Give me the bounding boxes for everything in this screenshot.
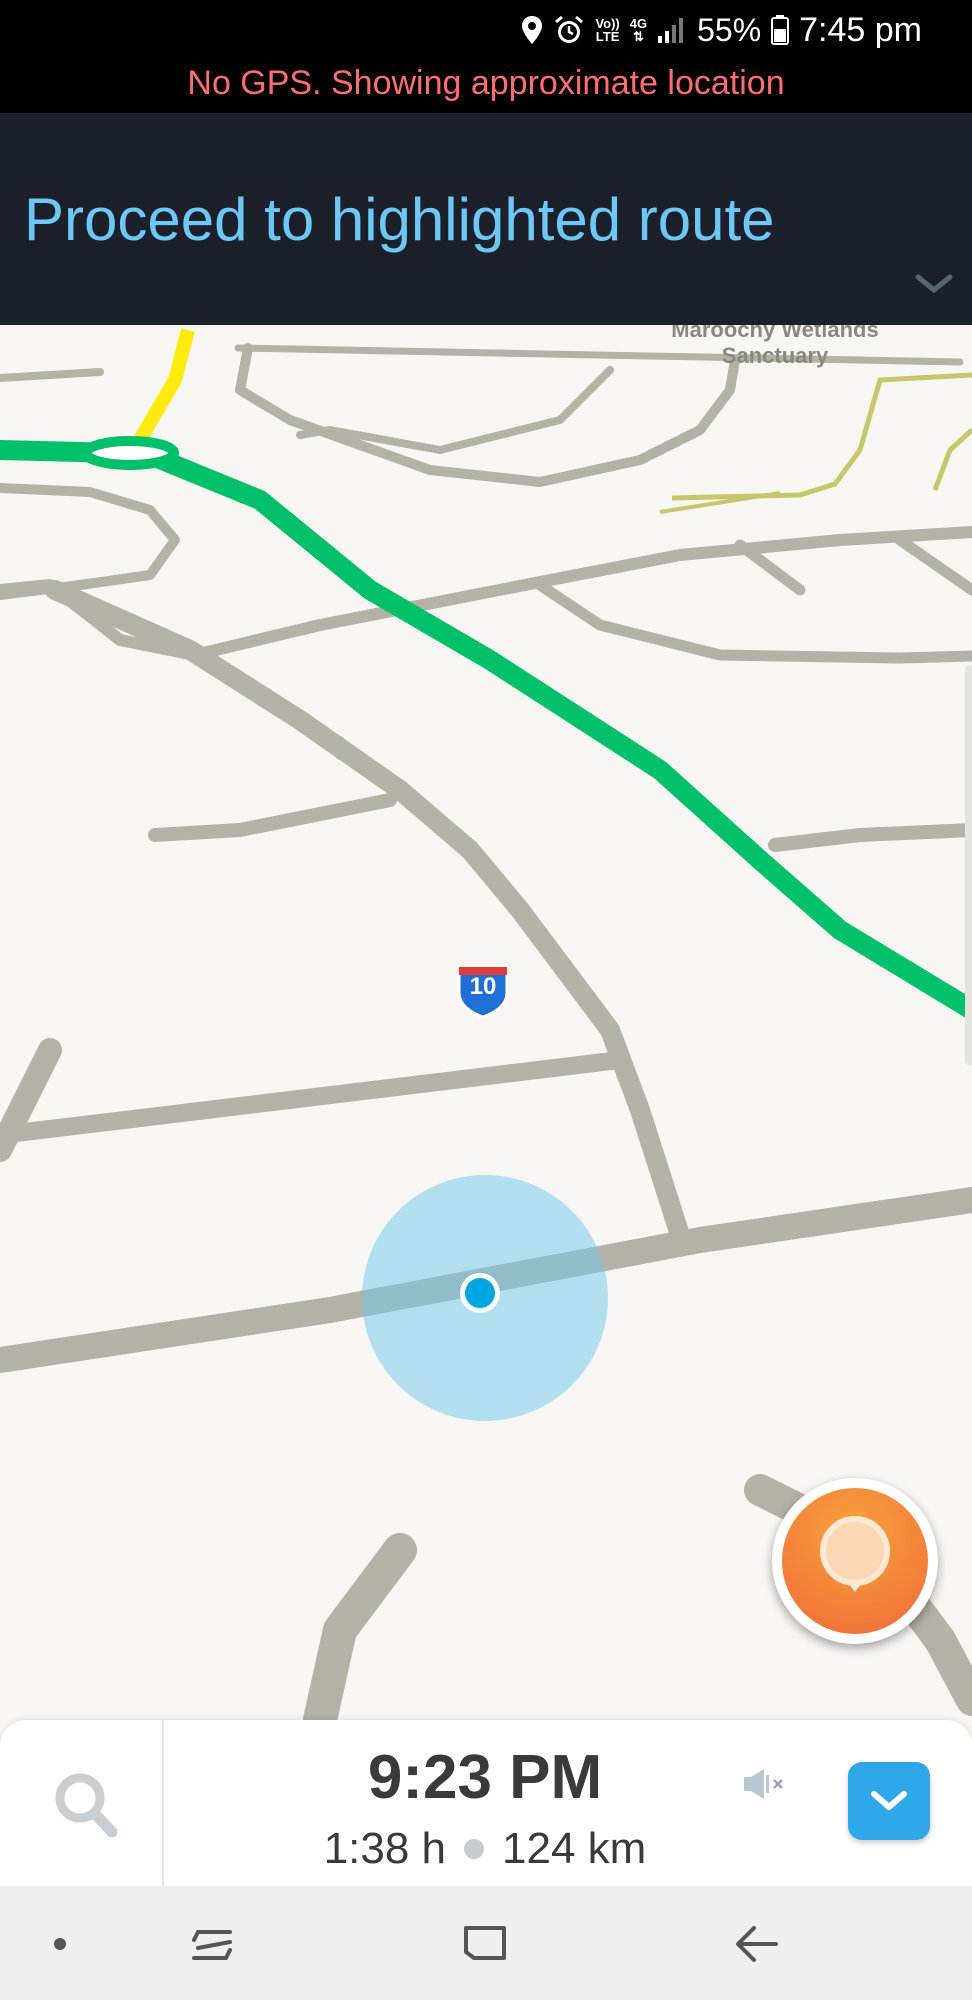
location-icon — [522, 16, 543, 44]
report-pin-icon — [820, 1516, 890, 1586]
signal-icon — [658, 18, 684, 43]
data-indicator: 4G ⇅ — [629, 16, 648, 44]
eta-panel: 9:23 PM 1:38 h 124 km — [0, 1720, 972, 1886]
sound-muted-icon[interactable] — [742, 1766, 788, 1802]
dot-icon[interactable] — [48, 1914, 72, 1974]
status-bar: Vo)) LTE 4G ⇅ 55% 7:45 pm No GPS. Showin… — [0, 0, 972, 113]
chevron-down-icon — [871, 1791, 907, 1810]
route-shield-label: 10 — [469, 973, 497, 1000]
alarm-icon — [555, 15, 584, 43]
battery-percent: 55% — [697, 11, 762, 48]
back-icon[interactable] — [732, 1914, 782, 1974]
separator-dot — [464, 1839, 485, 1859]
expand-button[interactable] — [848, 1762, 930, 1840]
search-icon[interactable] — [40, 1760, 130, 1850]
eta-details[interactable]: 1:38 h 124 km — [164, 1824, 806, 1874]
data-arrows-icon: ⇅ — [632, 29, 644, 44]
map-view[interactable]: Maroochy Wetlands Sanctuary 10 — [0, 325, 972, 1720]
system-nav-bar — [0, 1886, 972, 2000]
volte-indicator: Vo)) LTE — [595, 16, 620, 44]
current-location-dot[interactable] — [460, 1273, 500, 1313]
battery-icon — [771, 15, 790, 45]
home-icon[interactable] — [460, 1914, 510, 1974]
trip-duration: 1:38 h — [323, 1824, 447, 1873]
place-label: Maroochy Wetlands Sanctuary — [671, 325, 879, 368]
instruction-text: Proceed to highlighted route — [24, 186, 775, 253]
report-button[interactable] — [772, 1478, 938, 1644]
status-icons: Vo)) LTE 4G ⇅ 55% 7:45 pm — [521, 8, 922, 52]
trip-distance: 124 km — [502, 1824, 647, 1873]
gps-warning: No GPS. Showing approximate location — [187, 64, 785, 102]
instruction-banner[interactable]: Proceed to highlighted route — [0, 113, 972, 325]
chevron-down-icon[interactable] — [914, 273, 954, 295]
clock: 7:45 pm — [799, 10, 922, 49]
eta-arrival-time[interactable]: 9:23 PM — [164, 1742, 806, 1813]
recents-icon[interactable] — [188, 1914, 238, 1974]
